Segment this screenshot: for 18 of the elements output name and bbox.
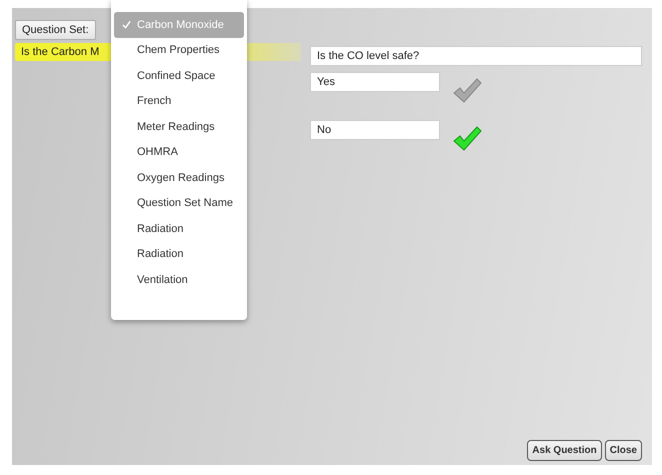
answer-field[interactable]: No xyxy=(310,120,440,140)
close-button[interactable]: Close xyxy=(604,440,642,461)
question-field[interactable]: Is the CO level safe? xyxy=(310,46,642,66)
check-icon[interactable] xyxy=(452,78,482,104)
menu-item[interactable]: Confined Space xyxy=(114,63,244,88)
answer-field[interactable]: Yes xyxy=(310,72,440,92)
check-icon xyxy=(122,20,131,30)
menu-item[interactable]: Radiation xyxy=(114,242,244,267)
question-set-button[interactable]: Question Set: xyxy=(15,20,96,40)
menu-item[interactable]: Radiation xyxy=(114,216,244,242)
menu-item[interactable]: Meter Readings xyxy=(114,114,244,140)
check-icon[interactable] xyxy=(452,126,482,152)
menu-item[interactable]: OHMRA xyxy=(114,140,244,165)
menu-item[interactable]: French xyxy=(114,88,244,114)
ask-question-button[interactable]: Ask Question xyxy=(527,440,602,461)
menu-item[interactable]: Question Set Name xyxy=(114,190,244,216)
menu-item[interactable]: Oxygen Readings xyxy=(114,165,244,190)
menu-item[interactable]: Ventilation xyxy=(114,267,244,292)
